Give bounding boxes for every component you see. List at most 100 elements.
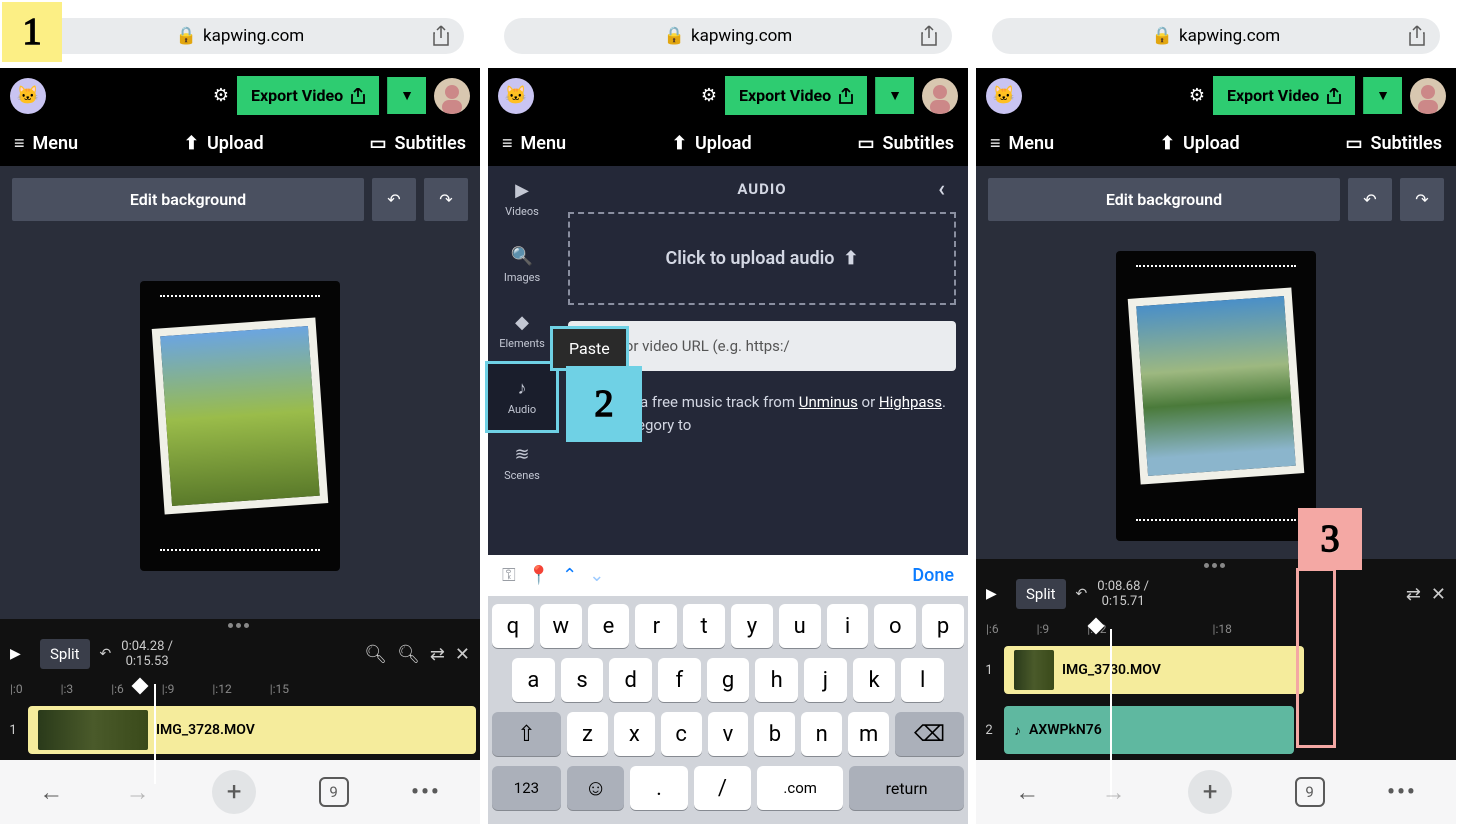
nav-back-button[interactable]: ← xyxy=(1015,778,1039,807)
export-dropdown[interactable]: ▼ xyxy=(1363,77,1402,114)
user-avatar[interactable] xyxy=(922,78,958,114)
tabs-button[interactable]: 9 xyxy=(319,777,349,807)
loop-button[interactable]: ⇄ xyxy=(1406,584,1421,605)
video-preview[interactable] xyxy=(140,281,340,571)
video-clip[interactable]: IMG_3728.MOV xyxy=(28,706,476,754)
return-key[interactable]: return xyxy=(849,766,964,810)
key-l[interactable]: l xyxy=(901,658,944,702)
subtitles-button[interactable]: ▭Subtitles xyxy=(1345,133,1442,154)
key-d[interactable]: d xyxy=(609,658,652,702)
play-button[interactable]: ▶ xyxy=(10,646,30,662)
key-icon[interactable]: ⚿ xyxy=(502,565,516,586)
video-preview[interactable] xyxy=(1116,251,1316,541)
playhead[interactable] xyxy=(132,678,149,695)
key-j[interactable]: j xyxy=(804,658,847,702)
key-a[interactable]: a xyxy=(512,658,555,702)
nav-forward-button[interactable]: → xyxy=(1102,778,1126,807)
menu-button[interactable]: ≡Menu xyxy=(14,133,78,154)
share-icon[interactable] xyxy=(432,25,450,47)
drag-handle-icon[interactable] xyxy=(1204,563,1228,571)
key-y[interactable]: y xyxy=(731,604,773,648)
key-u[interactable]: u xyxy=(779,604,821,648)
key-o[interactable]: o xyxy=(874,604,916,648)
key-z[interactable]: z xyxy=(567,712,608,756)
undo-button[interactable]: ↶ xyxy=(1348,178,1392,221)
backspace-key[interactable]: ⌫ xyxy=(895,712,964,756)
gear-icon[interactable]: ⚙ xyxy=(213,85,229,106)
side-images[interactable]: 🔍Images xyxy=(488,232,556,298)
app-avatar[interactable]: 🐱 xyxy=(10,78,46,114)
key-p[interactable]: p xyxy=(922,604,964,648)
location-icon[interactable]: 📍 xyxy=(528,565,550,586)
video-clip[interactable]: IMG_3730.MOV xyxy=(1004,646,1304,694)
nav-forward-button[interactable]: → xyxy=(126,778,150,807)
next-field-button[interactable]: ⌄ xyxy=(589,565,604,586)
share-icon[interactable] xyxy=(920,25,938,47)
subtitles-button[interactable]: ▭Subtitles xyxy=(369,133,466,154)
key-r[interactable]: r xyxy=(635,604,677,648)
key-b[interactable]: b xyxy=(754,712,795,756)
upload-dropzone[interactable]: Click to upload audio ⬆ xyxy=(568,212,956,305)
nav-back-button[interactable]: ← xyxy=(39,778,63,807)
new-tab-button[interactable]: + xyxy=(1188,770,1232,814)
side-audio[interactable]: ♪Audio xyxy=(488,364,556,430)
redo-button[interactable]: ↷ xyxy=(1400,178,1444,221)
unminus-link[interactable]: Unminus xyxy=(799,393,858,411)
app-avatar[interactable]: 🐱 xyxy=(498,78,534,114)
slash-key[interactable]: / xyxy=(694,766,751,810)
loop-button[interactable]: ⇄ xyxy=(430,644,445,665)
new-tab-button[interactable]: + xyxy=(212,770,256,814)
split-button[interactable]: Split xyxy=(1016,579,1066,609)
keyboard-done-button[interactable]: Done xyxy=(912,565,954,586)
gear-icon[interactable]: ⚙ xyxy=(701,85,717,106)
key-q[interactable]: q xyxy=(492,604,534,648)
share-icon[interactable] xyxy=(1408,25,1426,47)
menu-button[interactable]: ≡Menu xyxy=(990,133,1054,154)
browser-more-button[interactable]: ••• xyxy=(411,780,441,805)
key-i[interactable]: i xyxy=(827,604,869,648)
undo-button[interactable]: ↶ xyxy=(372,178,416,221)
undo-timeline-button[interactable]: ↶ xyxy=(1076,586,1088,602)
export-button[interactable]: Export Video xyxy=(725,76,867,115)
split-button[interactable]: Split xyxy=(40,639,90,669)
key-n[interactable]: n xyxy=(801,712,842,756)
app-avatar[interactable]: 🐱 xyxy=(986,78,1022,114)
menu-button[interactable]: ≡Menu xyxy=(502,133,566,154)
close-timeline-button[interactable]: ✕ xyxy=(1431,584,1446,605)
key-v[interactable]: v xyxy=(708,712,749,756)
upload-button[interactable]: ⬆Upload xyxy=(184,133,264,154)
browser-more-button[interactable]: ••• xyxy=(1387,780,1417,805)
key-x[interactable]: x xyxy=(614,712,655,756)
timeline-ruler[interactable]: |:6|:9|:12|:18 xyxy=(976,618,1456,640)
export-button[interactable]: Export Video xyxy=(237,76,379,115)
export-dropdown[interactable]: ▼ xyxy=(387,77,426,114)
shift-key[interactable]: ⇧ xyxy=(492,712,561,756)
dot-key[interactable]: . xyxy=(630,766,687,810)
key-e[interactable]: e xyxy=(588,604,630,648)
side-videos[interactable]: ▶Videos xyxy=(488,166,556,232)
key-c[interactable]: c xyxy=(661,712,702,756)
address-bar[interactable]: 🔒 kapwing.com xyxy=(16,18,464,54)
audio-clip[interactable]: ♪ AXWPkN76 xyxy=(1004,706,1294,754)
key-f[interactable]: f xyxy=(658,658,701,702)
upload-button[interactable]: ⬆Upload xyxy=(672,133,752,154)
close-timeline-button[interactable]: ✕ xyxy=(455,644,470,665)
key-m[interactable]: m xyxy=(848,712,889,756)
edit-background-button[interactable]: Edit background xyxy=(12,178,364,221)
key-g[interactable]: g xyxy=(707,658,750,702)
highpass-link[interactable]: Highpass xyxy=(879,393,942,411)
key-k[interactable]: k xyxy=(853,658,896,702)
back-button[interactable]: ‹ xyxy=(938,177,946,202)
timeline-ruler[interactable]: |:0|:3|:6|:9|:12|:15 xyxy=(0,678,480,700)
side-elements[interactable]: ◆Elements xyxy=(488,298,556,364)
play-button[interactable]: ▶ xyxy=(986,586,1006,602)
export-dropdown[interactable]: ▼ xyxy=(875,77,914,114)
zoom-out-button[interactable]: 🔍︎ xyxy=(364,644,387,665)
edit-background-button[interactable]: Edit background xyxy=(988,178,1340,221)
canvas[interactable] xyxy=(976,233,1456,559)
numbers-key[interactable]: 123 xyxy=(492,766,561,810)
address-bar[interactable]: 🔒kapwing.com xyxy=(992,18,1440,54)
drag-handle-icon[interactable] xyxy=(228,623,252,631)
subtitles-button[interactable]: ▭Subtitles xyxy=(857,133,954,154)
key-t[interactable]: t xyxy=(683,604,725,648)
